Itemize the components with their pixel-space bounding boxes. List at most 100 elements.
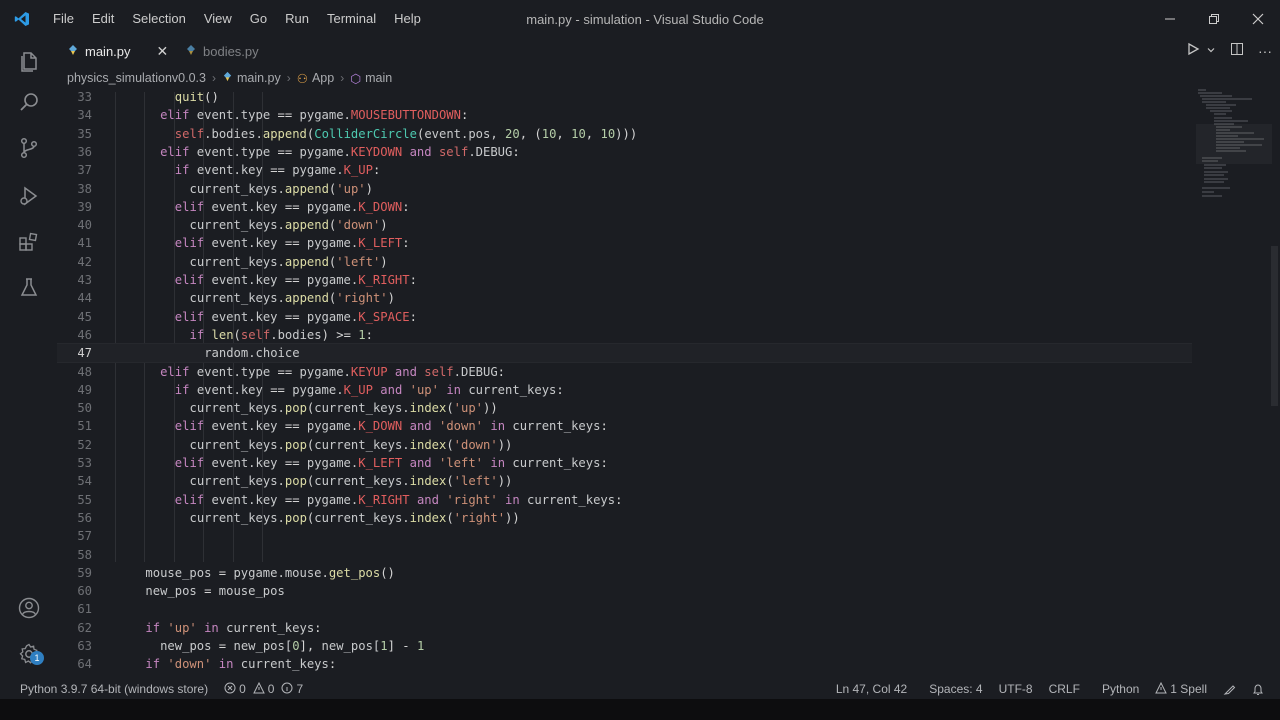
code-line[interactable]: 62 if 'up' in current_keys: bbox=[57, 619, 1192, 637]
close-tab-icon[interactable]: ✕ bbox=[157, 43, 169, 60]
testing-flask-icon[interactable] bbox=[0, 264, 57, 312]
line-number: 49 bbox=[77, 382, 92, 397]
chevron-right-icon: › bbox=[211, 71, 216, 85]
menu-run[interactable]: Run bbox=[276, 0, 318, 38]
manage-gear-icon[interactable] bbox=[0, 630, 57, 678]
code-line[interactable]: 53 elif event.key == pygame.K_LEFT and 'l… bbox=[57, 454, 1192, 472]
code-token: pygame. bbox=[306, 199, 359, 214]
run-debug-icon[interactable] bbox=[0, 172, 57, 220]
code-token: self bbox=[240, 327, 271, 342]
code-text: current_keys.pop(current_keys.index('up'… bbox=[190, 399, 498, 417]
accounts-icon[interactable] bbox=[0, 584, 57, 632]
breadcrumb-method[interactable]: ⬡ main bbox=[350, 71, 392, 86]
code-line[interactable]: 58 bbox=[57, 546, 1192, 564]
source-control-icon[interactable] bbox=[0, 124, 57, 172]
code-token: and bbox=[416, 492, 447, 507]
code-line[interactable]: 54 current_keys.pop(current_keys.index('l… bbox=[57, 472, 1192, 490]
language-mode[interactable]: Python bbox=[1094, 682, 1147, 696]
run-python-file-icon[interactable] bbox=[1186, 42, 1200, 61]
code-line[interactable]: 64 if 'down' in current_keys: bbox=[57, 655, 1192, 673]
breadcrumb-class[interactable]: ⚇ App bbox=[297, 71, 334, 86]
code-token: current_keys. bbox=[189, 254, 285, 269]
code-line[interactable]: 57 bbox=[57, 527, 1192, 545]
restore-icon[interactable] bbox=[1192, 0, 1236, 38]
code-token: = bbox=[218, 639, 234, 653]
code-text: current_keys.append('down') bbox=[190, 216, 388, 234]
code-token: current_keys bbox=[226, 620, 315, 635]
extensions-icon[interactable] bbox=[0, 218, 57, 266]
split-editor-icon[interactable] bbox=[1230, 42, 1244, 61]
feedback-icon[interactable] bbox=[1215, 683, 1244, 696]
code-line[interactable]: 39 elif event.key == pygame.K_DOWN: bbox=[57, 198, 1192, 216]
code-line[interactable]: 34 elif event.type == pygame.MOUSEBUTTOND… bbox=[57, 106, 1192, 124]
code-token: : bbox=[409, 309, 417, 324]
indentation[interactable]: Spaces: 4 bbox=[921, 682, 990, 696]
line-number: 43 bbox=[77, 273, 92, 287]
menu-go[interactable]: Go bbox=[241, 0, 276, 38]
spell-check[interactable]: 1 Spell bbox=[1147, 681, 1215, 697]
code-text: current_keys.pop(current_keys.index('rig… bbox=[190, 509, 520, 527]
breadcrumb-file[interactable]: main.py bbox=[222, 71, 281, 85]
code-line[interactable]: 59 mouse_pos = pygame.mouse.get_pos() bbox=[57, 564, 1192, 582]
end-of-line[interactable]: CRLF bbox=[1041, 682, 1088, 696]
code-token: ) bbox=[380, 218, 388, 233]
code-token: current_keys. bbox=[314, 474, 410, 489]
code-line[interactable]: 42 current_keys.append('left') bbox=[57, 253, 1192, 271]
menu-view[interactable]: View bbox=[195, 0, 241, 38]
code-line[interactable]: 48 elif event.type == pygame.KEYUP and se… bbox=[57, 363, 1192, 381]
minimize-icon[interactable] bbox=[1148, 0, 1192, 38]
code-token: event.key bbox=[211, 273, 285, 287]
code-token: 1 bbox=[380, 639, 388, 653]
cursor-position[interactable]: Ln 47, Col 42 bbox=[828, 682, 915, 696]
code-line[interactable]: 35 self.bodies.append(ColliderCircle(even… bbox=[57, 125, 1192, 143]
code-line[interactable]: 61 bbox=[57, 600, 1192, 618]
notifications-bell-icon[interactable] bbox=[1244, 683, 1272, 696]
breadcrumb-folder[interactable]: physics_simulationv0.0.3 bbox=[67, 71, 206, 85]
problems-indicator[interactable]: 0 0 7 bbox=[216, 681, 311, 697]
code-token: == bbox=[277, 108, 300, 123]
tab-main-py[interactable]: main.py ✕ bbox=[57, 38, 175, 64]
code-line[interactable]: 52 current_keys.pop(current_keys.index('d… bbox=[57, 436, 1192, 454]
code-line[interactable]: 43 elif event.key == pygame.K_RIGHT: bbox=[57, 271, 1192, 289]
code-line[interactable]: 56 current_keys.pop(current_keys.index('r… bbox=[57, 509, 1192, 527]
line-number: 64 bbox=[77, 657, 92, 672]
code-line[interactable]: 50 current_keys.pop(current_keys.index('u… bbox=[57, 399, 1192, 417]
chevron-down-icon[interactable] bbox=[1206, 42, 1216, 60]
code-line[interactable]: 47 random.choice bbox=[57, 343, 1192, 364]
menu-terminal[interactable]: Terminal bbox=[318, 0, 385, 38]
code-line[interactable]: 49 if event.key == pygame.K_UP and 'up' i… bbox=[57, 381, 1192, 399]
code-line[interactable]: 41 elif event.key == pygame.K_LEFT: bbox=[57, 234, 1192, 252]
vertical-scrollbar[interactable] bbox=[1271, 246, 1278, 406]
code-editor[interactable]: 33 quit() 34 elif event.type == pygame.MOUS… bbox=[57, 92, 1192, 679]
code-line[interactable]: 38 current_keys.append('up') bbox=[57, 180, 1192, 198]
code-line[interactable]: 63 new_pos = new_pos[0], new_pos[1] - 1 bbox=[57, 637, 1192, 655]
tab-bodies-py[interactable]: bodies.py bbox=[175, 38, 281, 64]
code-line[interactable]: 36 elif event.type == pygame.KEYDOWN and … bbox=[57, 143, 1192, 161]
code-line[interactable]: 45 elif event.key == pygame.K_SPACE: bbox=[57, 308, 1192, 326]
menu-help[interactable]: Help bbox=[385, 0, 430, 38]
code-line[interactable]: 46 if len(self.bodies) >= 1: bbox=[57, 326, 1192, 344]
code-line[interactable]: 51 elif event.key == pygame.K_DOWN and 'd… bbox=[57, 417, 1192, 435]
code-line[interactable]: 55 elif event.key == pygame.K_RIGHT and '… bbox=[57, 491, 1192, 509]
error-count: 0 bbox=[239, 682, 246, 696]
code-token: pop bbox=[284, 437, 307, 452]
python-interpreter[interactable]: Python 3.9.7 64-bit (windows store) bbox=[12, 682, 216, 696]
code-token: K_SPACE bbox=[358, 309, 410, 324]
menu-file[interactable]: File bbox=[44, 0, 83, 38]
line-number: 63 bbox=[77, 639, 92, 653]
search-icon[interactable] bbox=[0, 78, 57, 126]
code-line[interactable]: 33 quit() bbox=[57, 92, 1192, 106]
code-line[interactable]: 40 current_keys.append('down') bbox=[57, 216, 1192, 234]
menu-edit[interactable]: Edit bbox=[83, 0, 123, 38]
close-window-icon[interactable] bbox=[1236, 0, 1280, 38]
code-line[interactable]: 60 new_pos = mouse_pos bbox=[57, 582, 1192, 600]
code-line[interactable]: 37 if event.key == pygame.K_UP: bbox=[57, 161, 1192, 179]
code-line[interactable]: 44 current_keys.append('right') bbox=[57, 289, 1192, 307]
menu-selection[interactable]: Selection bbox=[123, 0, 194, 38]
line-number: 39 bbox=[77, 199, 92, 214]
code-token: = bbox=[218, 565, 234, 580]
more-actions-icon[interactable]: ··· bbox=[1258, 43, 1272, 59]
line-number: 54 bbox=[77, 474, 92, 489]
encoding[interactable]: UTF-8 bbox=[991, 682, 1041, 696]
minimap[interactable] bbox=[1192, 88, 1272, 208]
